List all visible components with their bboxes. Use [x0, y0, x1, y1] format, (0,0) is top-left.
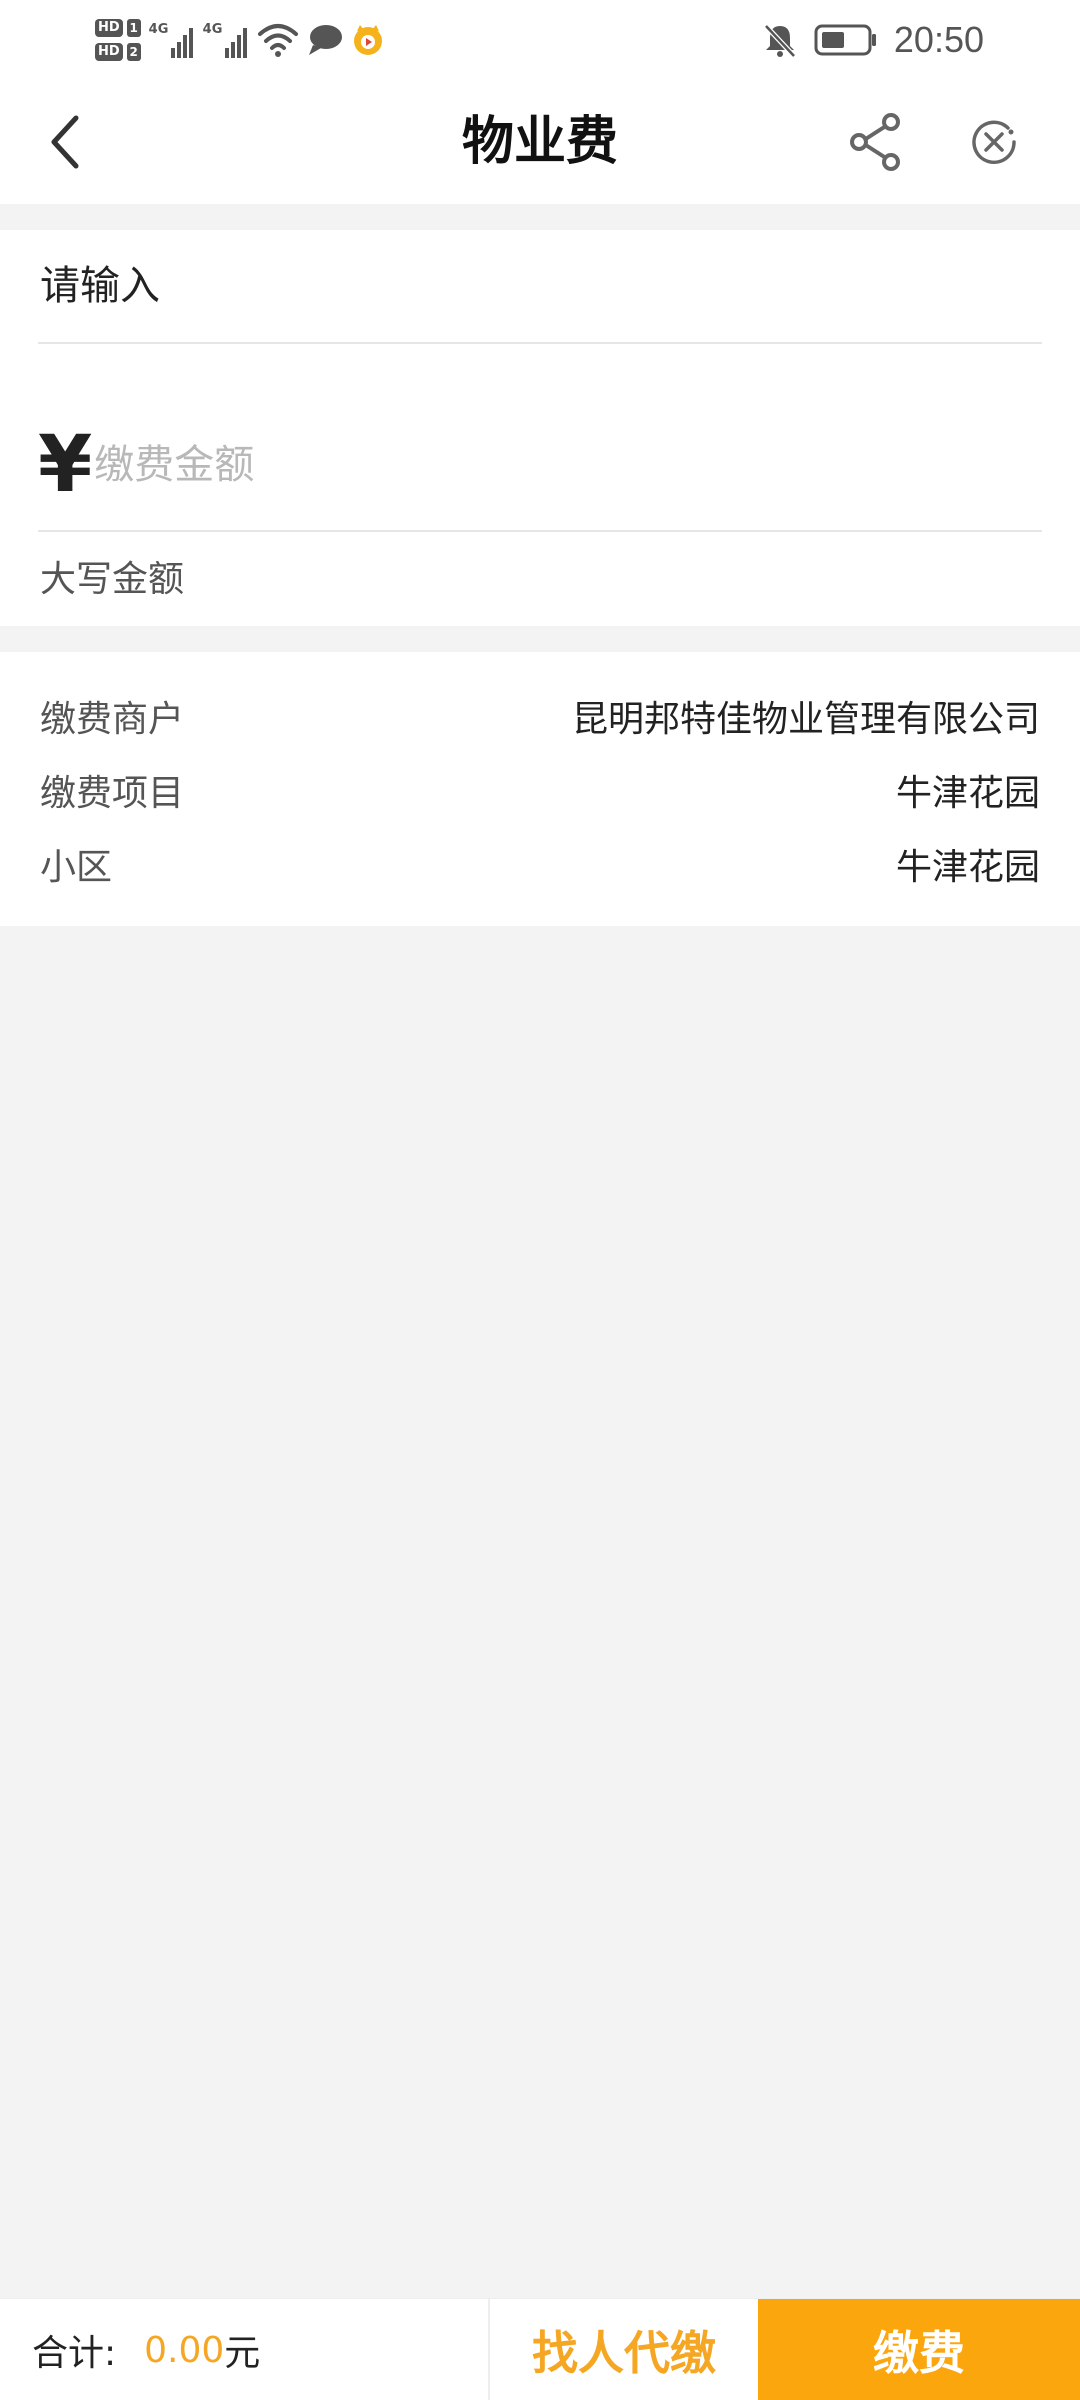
status-bar: HD 1 HD 2 4G 4G 20:50	[0, 0, 1080, 80]
info-row-community: 小区 牛津花园	[40, 834, 1040, 894]
app-mascot-icon	[351, 23, 385, 57]
sim-number: 2	[126, 43, 141, 61]
input-prompt-label: 请输入	[40, 263, 160, 309]
hd-badge: HD	[95, 43, 123, 61]
status-right: 20:50	[762, 8, 984, 72]
divider	[38, 342, 1042, 344]
info-value: 牛津花园	[895, 847, 1040, 888]
info-value: 牛津花园	[895, 773, 1040, 814]
status-clock: 20:50	[893, 19, 984, 60]
close-circle-icon	[972, 120, 1016, 164]
proxy-pay-button[interactable]: 找人代缴	[488, 2299, 758, 2400]
amount-input-row: ¥	[38, 405, 995, 525]
status-left: HD 1 HD 2 4G 4G	[95, 8, 385, 72]
info-value: 昆明邦特佳物业管理有限公司	[571, 699, 1040, 740]
wifi-icon	[257, 22, 299, 58]
pay-button[interactable]: 缴费	[758, 2299, 1080, 2400]
uppercase-amount-label: 大写金额	[40, 559, 185, 600]
screen: HD 1 HD 2 4G 4G 20:50 物业费 请输入 ¥ 缴费金额 大写金…	[0, 0, 1080, 2400]
sim-indicators: HD 1 HD 2	[95, 19, 141, 61]
total-label: 合计:	[32, 2333, 117, 2374]
share-button[interactable]	[840, 106, 912, 178]
payment-info-card: 缴费商户 昆明邦特佳物业管理有限公司 缴费项目 牛津花园 小区 牛津花园	[0, 652, 1080, 926]
info-label: 缴费项目	[40, 773, 185, 814]
total-amount: 0.00	[144, 2329, 225, 2371]
info-row-item: 缴费项目 牛津花园	[40, 760, 1040, 820]
info-label: 小区	[40, 847, 113, 888]
total-unit: 元	[224, 2333, 261, 2374]
battery-icon	[814, 23, 878, 57]
sim-number: 1	[126, 19, 141, 37]
sim2-indicator: HD 2	[95, 43, 141, 61]
hd-badge: HD	[95, 19, 123, 37]
sim1-indicator: HD 1	[95, 19, 141, 37]
page-title: 物业费	[461, 112, 618, 172]
network-2: 4G	[203, 20, 249, 60]
info-row-merchant: 缴费商户 昆明邦特佳物业管理有限公司	[40, 686, 1040, 746]
divider	[38, 530, 1042, 532]
title-bar: 物业费	[0, 80, 1080, 204]
amount-input[interactable]	[92, 430, 995, 500]
currency-symbol: ¥	[38, 420, 93, 510]
share-icon	[850, 113, 900, 171]
bottom-action-bar: 合计: 0.00 元 找人代缴 缴费	[0, 2298, 1080, 2400]
total-summary: 合计: 0.00 元	[32, 2299, 260, 2400]
network-type-label: 4G	[148, 22, 169, 37]
bell-muted-icon	[762, 22, 798, 58]
info-label: 缴费商户	[40, 699, 185, 740]
close-button[interactable]	[958, 106, 1030, 178]
chat-bubble-icon	[307, 23, 343, 57]
network-1: 4G	[149, 20, 195, 60]
amount-card: 请输入 ¥ 大写金额	[0, 230, 1080, 626]
network-type-label: 4G	[202, 22, 223, 37]
